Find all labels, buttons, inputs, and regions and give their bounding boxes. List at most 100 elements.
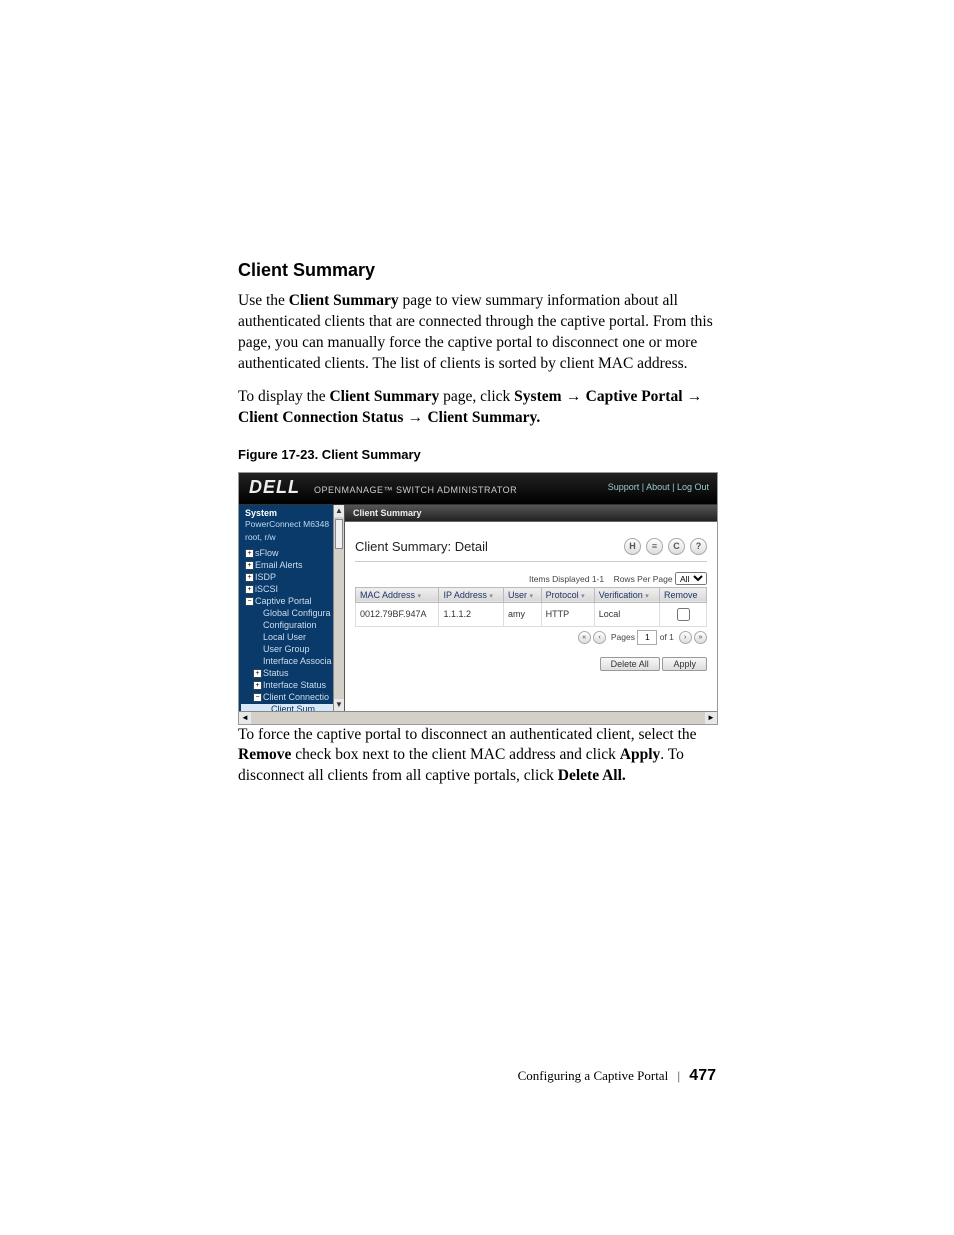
col-user[interactable]: User ▾ (504, 587, 542, 602)
sort-icon[interactable]: ▾ (645, 593, 649, 600)
delete-all-button[interactable]: Delete All (600, 657, 660, 671)
sidebar-item-label: Local User (263, 632, 306, 642)
term-remove: Remove (238, 746, 291, 763)
intro-paragraph: Use the Client Summary page to view summ… (238, 291, 716, 375)
rows-per-page-label: Rows Per Page (614, 574, 673, 584)
cell-verification: Local (594, 602, 659, 626)
sidebar-item[interactable]: Local User (241, 632, 344, 644)
pager-first-icon[interactable]: « (578, 631, 591, 644)
breadcrumb: Client Summary (345, 505, 717, 522)
tree-expander-icon[interactable]: + (253, 669, 262, 678)
dell-logo: DELL (249, 477, 300, 498)
col-ip-address[interactable]: IP Address ▾ (439, 587, 504, 602)
sidebar: System PowerConnect M6348 root, r/w +sFl… (239, 505, 345, 711)
sidebar-item[interactable]: Client Sum (241, 704, 344, 711)
tree-expander-icon[interactable]: + (245, 585, 254, 594)
table-header-row: MAC Address ▾ IP Address ▾ User ▾ Protoc… (356, 587, 707, 602)
sidebar-scrollbar[interactable]: ▲ ▼ (333, 505, 344, 711)
sidebar-model: PowerConnect M6348 (241, 519, 344, 532)
bottom-scrollbar[interactable]: ◄ ► (239, 711, 717, 724)
sidebar-item[interactable]: Interface Associa (241, 656, 344, 668)
sidebar-item[interactable]: User Group (241, 644, 344, 656)
sort-icon[interactable]: ▾ (530, 593, 534, 600)
cell-ip: 1.1.1.2 (439, 602, 504, 626)
tree-expander-icon[interactable]: + (245, 549, 254, 558)
table-meta: Items Displayed 1-1 Rows Per Page All (355, 572, 707, 585)
figure-caption: Figure 17-23. Client Summary (238, 447, 716, 462)
text: page, click (439, 388, 514, 405)
scroll-down-icon[interactable]: ▼ (334, 699, 344, 711)
tree-expander-icon[interactable]: − (253, 693, 262, 702)
tree-expander-icon[interactable]: + (253, 681, 262, 690)
sidebar-item[interactable]: Global Configura (241, 608, 344, 620)
save-icon[interactable]: H (624, 538, 641, 555)
sort-icon[interactable]: ▾ (581, 593, 585, 600)
table-row: 0012.79BF.947A 1.1.1.2 amy HTTP Local (356, 602, 707, 626)
page-footer: Configuring a Captive Portal | 477 (238, 1067, 716, 1145)
pager-next-icon[interactable]: › (679, 631, 692, 644)
scroll-right-icon[interactable]: ► (705, 712, 717, 724)
panel-title: Client Summary: Detail (355, 539, 488, 554)
print-icon[interactable]: ≡ (646, 538, 663, 555)
refresh-icon[interactable]: C (668, 538, 685, 555)
sidebar-item-label: sFlow (255, 548, 279, 558)
term-apply: Apply (620, 746, 661, 763)
text: To force the captive portal to disconnec… (238, 726, 697, 743)
footer-page-number: 477 (689, 1067, 716, 1084)
toolbar-icons: H ≡ C ? (624, 538, 707, 555)
sidebar-item[interactable]: −Captive Portal (241, 596, 344, 608)
arrow-icon: → (683, 388, 703, 405)
sort-icon[interactable]: ▾ (418, 593, 422, 600)
sidebar-item[interactable]: +Interface Status (241, 680, 344, 692)
pages-label: Pages (611, 631, 635, 641)
items-displayed: Items Displayed 1-1 (529, 574, 604, 584)
page-input[interactable] (637, 630, 657, 645)
scroll-left-icon[interactable]: ◄ (239, 712, 251, 724)
rows-per-page-select[interactable]: All (675, 572, 707, 585)
pager-prev-icon[interactable]: ‹ (593, 631, 606, 644)
top-links[interactable]: Support | About | Log Out (608, 482, 709, 492)
sort-icon[interactable]: ▾ (489, 593, 493, 600)
sidebar-system-label[interactable]: System (241, 507, 344, 519)
sidebar-item[interactable]: +ISDP (241, 572, 344, 584)
sidebar-item-label: Interface Associa (263, 656, 332, 666)
text: To display the (238, 388, 329, 405)
sidebar-item-label: iSCSI (255, 584, 278, 594)
pager-last-icon[interactable]: » (694, 631, 707, 644)
sidebar-item[interactable]: +Email Alerts (241, 560, 344, 572)
scroll-thumb[interactable] (335, 519, 343, 549)
client-table: MAC Address ▾ IP Address ▾ User ▾ Protoc… (355, 587, 707, 627)
apply-button[interactable]: Apply (662, 657, 707, 671)
sidebar-item-label: Global Configura (263, 608, 331, 618)
col-protocol[interactable]: Protocol ▾ (541, 587, 594, 602)
help-icon[interactable]: ? (690, 538, 707, 555)
main-panel: Client Summary Client Summary: Detail H … (345, 505, 717, 711)
arrow-icon: → (562, 388, 586, 405)
term-client-summary: Client Summary (329, 388, 439, 405)
nav-client-connection-status: Client Connection Status (238, 409, 403, 426)
col-verification[interactable]: Verification ▾ (594, 587, 659, 602)
of-label: of 1 (660, 631, 674, 641)
scroll-up-icon[interactable]: ▲ (334, 505, 344, 517)
col-remove: Remove (659, 587, 706, 602)
remove-checkbox[interactable] (677, 608, 690, 621)
sidebar-item-label: Client Sum (271, 704, 315, 711)
sidebar-item[interactable]: +sFlow (241, 548, 344, 560)
col-mac-address[interactable]: MAC Address ▾ (356, 587, 439, 602)
nav-paragraph: To display the Client Summary page, clic… (238, 387, 716, 429)
sidebar-item[interactable]: −Client Connectio (241, 692, 344, 704)
cell-mac: 0012.79BF.947A (356, 602, 439, 626)
sidebar-item[interactable]: +iSCSI (241, 584, 344, 596)
sidebar-item[interactable]: Configuration (241, 620, 344, 632)
tree-expander-icon[interactable]: + (245, 573, 254, 582)
action-buttons: Delete All Apply (355, 657, 707, 671)
tree-expander-icon[interactable]: + (245, 561, 254, 570)
term-client-summary: Client Summary (289, 292, 399, 309)
nav-client-summary: Client Summary. (427, 409, 540, 426)
text: check box next to the client MAC address… (291, 746, 619, 763)
sidebar-item[interactable]: +Status (241, 668, 344, 680)
tree-expander-icon[interactable]: − (245, 597, 254, 606)
footer-divider: | (677, 1068, 680, 1083)
app-title: OPENMANAGE™ SWITCH ADMINISTRATOR (314, 485, 517, 495)
pager: « ‹ Pages of 1 › » (355, 627, 707, 645)
